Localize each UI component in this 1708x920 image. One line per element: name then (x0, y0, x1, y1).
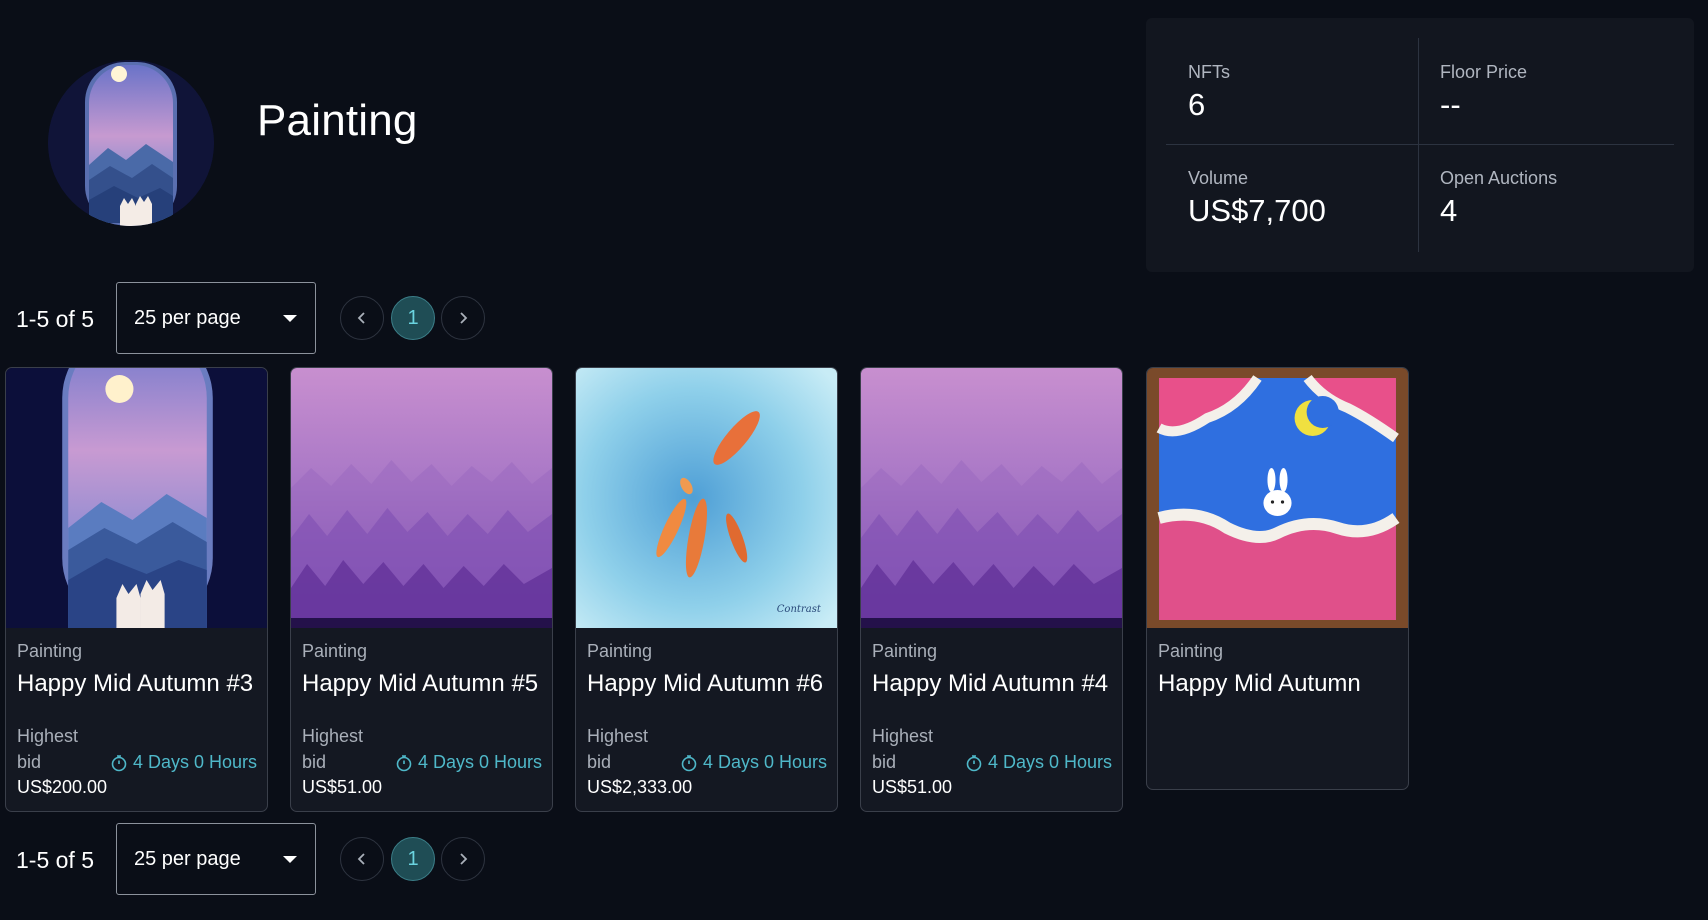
timer-text: 4 Days 0 Hours (417, 752, 542, 772)
per-page-select[interactable]: 25 per page (116, 282, 316, 354)
bid-label: Highest (872, 726, 934, 746)
prev-page-button[interactable] (340, 296, 384, 340)
per-page-value: 25 per page (134, 307, 241, 329)
stopwatch-icon (396, 754, 412, 771)
timer-text: 4 Days 0 Hours (702, 752, 827, 772)
stat-volume: Volume US$7,700 (1188, 168, 1326, 229)
collection-avatar (48, 60, 214, 226)
page-button-current[interactable]: 1 (391, 837, 435, 881)
stopwatch-icon (966, 754, 982, 771)
nft-card[interactable]: Painting Happy Mid Autumn #4 Highest bid… (860, 367, 1123, 812)
card-category: Painting (872, 641, 938, 661)
stat-value: 4 (1440, 193, 1458, 228)
nft-image[interactable] (6, 368, 267, 628)
stat-label: NFTs (1188, 62, 1230, 82)
caret-down-icon (283, 856, 297, 863)
next-page-button[interactable] (441, 837, 485, 881)
stats-divider-horizontal (1166, 144, 1674, 145)
per-page-select[interactable]: 25 per page (116, 823, 316, 895)
result-count: 1-5 of 5 (16, 306, 94, 332)
stopwatch-icon (681, 754, 697, 771)
auction-timer: 4 Days 0 Hours (395, 752, 542, 773)
nft-image[interactable] (1147, 368, 1408, 628)
per-page-value: 25 per page (134, 848, 241, 870)
bid-label: bid (587, 752, 612, 772)
stat-value: -- (1440, 87, 1461, 122)
nft-card[interactable]: Painting Happy Mid Autumn (1146, 367, 1409, 790)
nft-image[interactable] (291, 368, 552, 628)
card-price: US$51.00 (872, 777, 953, 797)
bid-label: Highest (302, 726, 364, 746)
auction-timer: 4 Days 0 Hours (680, 752, 827, 773)
timer-text: 4 Days 0 Hours (132, 752, 257, 772)
nft-card[interactable]: Contrast Painting Happy Mid Autumn #6 Hi… (575, 367, 838, 812)
stat-nfts: NFTs 6 (1188, 62, 1230, 123)
stopwatch-icon (111, 754, 127, 771)
chevron-left-icon (357, 853, 365, 865)
timer-text: 4 Days 0 Hours (987, 752, 1112, 772)
bid-label: bid (17, 752, 42, 772)
stat-label: Floor Price (1440, 62, 1528, 82)
stat-value: US$7,700 (1188, 193, 1326, 228)
card-title[interactable]: Happy Mid Autumn #3 (17, 670, 253, 698)
chevron-right-icon (460, 312, 468, 324)
auction-timer: 4 Days 0 Hours (965, 752, 1112, 773)
next-page-button[interactable] (441, 296, 485, 340)
pagination-bottom: 1-5 of 5 25 per page 1 (0, 823, 520, 895)
prev-page-button[interactable] (340, 837, 384, 881)
card-category: Painting (1158, 641, 1224, 661)
nft-card[interactable]: Painting Happy Mid Autumn #5 Highest bid… (290, 367, 553, 812)
stat-label: Volume (1188, 168, 1249, 188)
card-price: US$51.00 (302, 777, 383, 797)
card-price: US$2,333.00 (587, 777, 693, 797)
bid-label: bid (302, 752, 327, 772)
stat-open-auctions: Open Auctions 4 (1440, 168, 1557, 229)
result-count: 1-5 of 5 (16, 847, 94, 873)
card-category: Painting (587, 641, 653, 661)
auction-timer: 4 Days 0 Hours (110, 752, 257, 773)
card-title[interactable]: Happy Mid Autumn #5 (302, 670, 538, 698)
card-price: US$200.00 (17, 777, 108, 797)
bid-label: Highest (587, 726, 649, 746)
caret-down-icon (283, 315, 297, 322)
bid-label: bid (872, 752, 897, 772)
stat-value: 6 (1188, 87, 1206, 122)
card-title[interactable]: Happy Mid Autumn #6 (587, 670, 823, 698)
card-title[interactable]: Happy Mid Autumn (1158, 670, 1361, 698)
pagination-top: 1-5 of 5 25 per page 1 (0, 282, 520, 354)
svg-text:Contrast: Contrast (777, 604, 822, 615)
nft-card[interactable]: Painting Happy Mid Autumn #3 Highest bid… (5, 367, 268, 812)
collection-stats-panel: NFTs 6 Floor Price -- Volume US$7,700 Op… (1146, 18, 1694, 272)
stat-floor-price: Floor Price -- (1440, 62, 1527, 123)
chevron-right-icon (460, 853, 468, 865)
chevron-left-icon (357, 312, 365, 324)
nft-image[interactable] (861, 368, 1122, 628)
card-category: Painting (302, 641, 368, 661)
stat-label: Open Auctions (1440, 168, 1558, 188)
nft-image[interactable]: Contrast (576, 368, 837, 628)
page-title: Painting (257, 96, 418, 145)
bid-label: Highest (17, 726, 79, 746)
page-button-current[interactable]: 1 (391, 296, 435, 340)
card-category: Painting (17, 641, 83, 661)
stats-divider-vertical (1418, 38, 1419, 252)
card-title[interactable]: Happy Mid Autumn #4 (872, 670, 1108, 698)
